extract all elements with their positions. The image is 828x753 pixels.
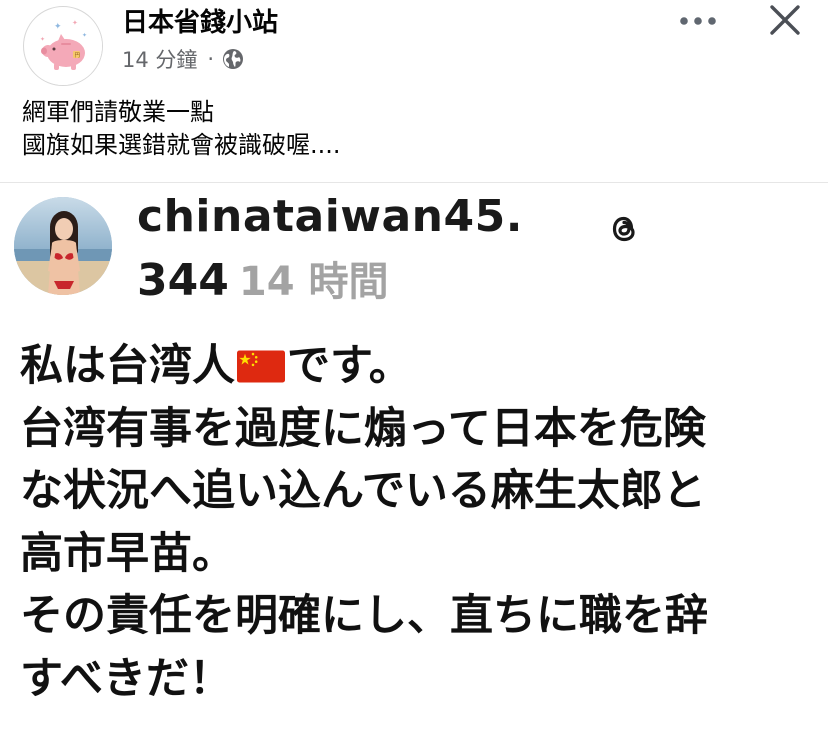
more-icon[interactable]: [674, 4, 722, 38]
threads-post-body: 私は台湾人 です。 台湾有事を過度に煽って日本を危険 な状況へ追い込んでいる麻生…: [20, 335, 820, 710]
page-name[interactable]: 日本省錢小站: [122, 6, 278, 40]
globe-icon[interactable]: [221, 47, 245, 71]
svg-text:✦: ✦: [72, 19, 78, 27]
threads-username[interactable]: chinataiwan45.: [137, 189, 523, 245]
piggy-bank-icon: ✦ ✦ ✦ ✦ 円: [25, 8, 102, 85]
profile-avatar: [14, 197, 112, 295]
body-line: 私は台湾人 です。: [20, 335, 820, 398]
caption-line: 國旗如果選錯就會被識破喔....: [22, 131, 341, 159]
body-text-before-flag: 私は台湾人: [20, 341, 235, 391]
threads-icon: [604, 209, 644, 249]
body-line: すべきだ！: [20, 653, 232, 704]
caption-line: 網軍們請敬業一點: [22, 98, 214, 126]
post-caption: 網軍們請敬業一點 國旗如果選錯就會被識破喔....: [22, 96, 812, 162]
body-line: 高市早苗。: [20, 528, 235, 579]
meta-separator: ·: [207, 47, 215, 71]
svg-text:円: 円: [75, 52, 81, 59]
threads-subline: 344 14 時間: [137, 253, 388, 318]
post-timestamp[interactable]: 14 分鐘: [122, 44, 197, 74]
svg-text:✦: ✦: [54, 22, 62, 32]
body-line: その責任を明確にし、直ちに職を辞: [20, 591, 708, 641]
close-icon[interactable]: [762, 0, 808, 40]
post-header: ✦ ✦ ✦ ✦ 円 日本省錢小站 14 分鐘 ·: [0, 0, 828, 92]
svg-text:✦: ✦: [40, 36, 45, 43]
shared-screenshot[interactable]: chinataiwan45. 344 14 時間 私は台湾人 です。 台湾有事を過…: [0, 182, 828, 753]
body-text-after-flag: です。: [287, 341, 412, 391]
profile-photo-image: [14, 197, 112, 295]
svg-text:✦: ✦: [82, 32, 87, 39]
follower-count: 344: [137, 255, 229, 306]
body-line: な状況へ追い込んでいる麻生太郎と: [20, 466, 706, 516]
china-flag-icon: [237, 338, 285, 383]
post-time: 14 時間: [238, 259, 389, 305]
page-avatar[interactable]: ✦ ✦ ✦ ✦ 円: [23, 6, 103, 86]
post-meta: 14 分鐘 ·: [122, 44, 245, 74]
body-line: 台湾有事を過度に煽って日本を危険: [20, 403, 706, 454]
